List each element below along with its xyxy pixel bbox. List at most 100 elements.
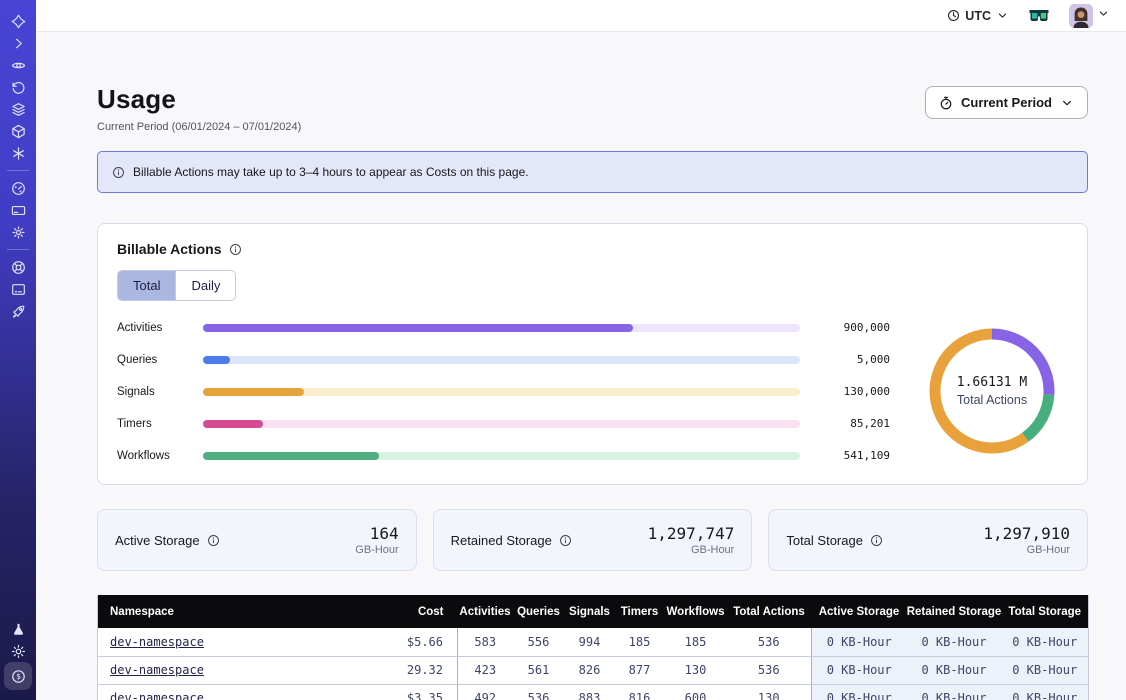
info-banner: Billable Actions may take up to 3–4 hour… <box>97 151 1088 193</box>
table-cell: 0 KB-Hour <box>1002 628 1089 656</box>
storage-card-value: 1,297,747 <box>648 524 735 543</box>
bar-label: Queries <box>117 354 189 366</box>
layers-icon <box>11 102 26 117</box>
bar-value: 900,000 <box>814 321 890 334</box>
donut-chart <box>926 325 1058 457</box>
sidebar-item-rocket[interactable] <box>6 300 30 322</box>
gear-icon <box>11 225 26 240</box>
timezone-selector[interactable]: UTC <box>947 9 1009 23</box>
sidebar-item-sun[interactable] <box>6 640 30 662</box>
sidebar-item-cube[interactable] <box>6 120 30 142</box>
chevron-down-icon <box>996 9 1009 22</box>
sidebar-item-dollar-coin[interactable]: $ <box>4 662 32 690</box>
bar-fill <box>203 356 230 364</box>
sidebar-item-lifebuoy[interactable] <box>6 256 30 278</box>
storage-card-value: 1,297,910 <box>983 524 1070 543</box>
bar-track <box>203 452 800 460</box>
namespace-cell: dev-namespace <box>98 628 348 656</box>
sidebar-item-monitor[interactable] <box>6 278 30 300</box>
tab-total[interactable]: Total <box>118 271 175 300</box>
sidebar-item-layers[interactable] <box>6 98 30 120</box>
tab-daily[interactable]: Daily <box>175 271 235 300</box>
table-cell: 994 <box>565 628 615 656</box>
period-button-label: Current Period <box>961 95 1052 110</box>
table-row: dev-namespace29.324235618268771305360 KB… <box>98 656 1089 684</box>
period-selector-button[interactable]: Current Period <box>925 86 1088 119</box>
storage-card-active-storage: Active Storage 164 GB-Hour <box>97 509 417 571</box>
bar-row-workflows: Workflows 541,109 <box>117 449 890 462</box>
table-header: NamespaceCostActivitiesQueriesSignalsTim… <box>98 595 1089 628</box>
sidebar-item-namespaces-eye[interactable] <box>6 54 30 76</box>
namespaces-eye-icon <box>11 58 26 73</box>
bar-track <box>203 420 800 428</box>
sidebar-item-gauge[interactable] <box>6 177 30 199</box>
storage-card-label: Active Storage <box>115 533 200 548</box>
namespace-link[interactable]: dev-namespace <box>110 691 204 700</box>
bar-value: 130,000 <box>814 385 890 398</box>
bar-value: 85,201 <box>814 417 890 430</box>
namespace-link[interactable]: dev-namespace <box>110 635 204 649</box>
bar-fill <box>203 388 304 396</box>
info-icon[interactable] <box>870 534 883 547</box>
bar-row-signals: Signals 130,000 <box>117 385 890 398</box>
table-cell: 826 <box>565 656 615 684</box>
bar-fill <box>203 452 379 460</box>
main-content: Usage Current Period (06/01/2024 – 07/01… <box>36 32 1126 700</box>
bar-fill <box>203 420 263 428</box>
sidebar-item-flask[interactable] <box>6 618 30 640</box>
svg-text:$: $ <box>16 672 21 681</box>
lifebuoy-icon <box>11 260 26 275</box>
column-header: Signals <box>565 595 615 628</box>
table-cell: 0 KB-Hour <box>812 656 907 684</box>
namespace-cell: dev-namespace <box>98 656 348 684</box>
column-header: Timers <box>615 595 665 628</box>
namespace-usage-table: NamespaceCostActivitiesQueriesSignalsTim… <box>97 595 1089 700</box>
column-header: Workflows <box>665 595 727 628</box>
sidebar-item-temporal-logo[interactable] <box>6 10 30 32</box>
table-cell: $3.35 <box>348 684 458 700</box>
table-body: dev-namespace$5.665835569941851855360 KB… <box>98 628 1089 700</box>
storage-card-label: Retained Storage <box>451 533 552 548</box>
user-menu-chevron <box>1097 7 1110 25</box>
sidebar-item-gear[interactable] <box>6 221 30 243</box>
sidebar-divider <box>7 170 29 171</box>
table-cell: 536 <box>727 628 812 656</box>
flask-icon <box>11 622 26 637</box>
table-row: dev-namespace$5.665835569941851855360 KB… <box>98 628 1089 656</box>
table-cell: 536 <box>727 656 812 684</box>
table-cell: 536 <box>513 684 565 700</box>
feedback-glasses-button[interactable] <box>1029 9 1049 22</box>
table-cell: 0 KB-Hour <box>907 656 1002 684</box>
column-header: Active Storage <box>812 595 907 628</box>
info-icon[interactable] <box>229 243 242 256</box>
chevron-right-icon <box>11 36 26 51</box>
user-menu[interactable] <box>1069 4 1110 28</box>
sidebar-item-chevron-right[interactable] <box>6 32 30 54</box>
table-cell: 583 <box>458 628 513 656</box>
namespace-link[interactable]: dev-namespace <box>110 663 204 677</box>
avatar <box>1069 4 1093 28</box>
sidebar-item-asterisk[interactable] <box>6 142 30 164</box>
clock-icon <box>947 9 960 22</box>
storage-card-retained-storage: Retained Storage 1,297,747 GB-Hour <box>433 509 753 571</box>
table-cell: 600 <box>665 684 727 700</box>
namespace-cell: dev-namespace <box>98 684 348 700</box>
storage-card-value: 164 <box>355 524 398 543</box>
chevron-down-icon <box>1060 96 1074 110</box>
sidebar: $ <box>0 0 36 700</box>
table-cell: 130 <box>665 656 727 684</box>
billable-bar-chart: Activities 900,000 Queries 5,000 Signals… <box>117 315 890 466</box>
asterisk-icon <box>11 146 26 161</box>
sidebar-item-credit-card[interactable] <box>6 199 30 221</box>
info-icon[interactable] <box>207 534 220 547</box>
storage-summary-row: Active Storage 164 GB-Hour Retained Stor… <box>97 509 1088 571</box>
info-icon <box>112 166 125 179</box>
table-cell: 556 <box>513 628 565 656</box>
page-header: Usage Current Period (06/01/2024 – 07/01… <box>97 84 1088 133</box>
table-cell: 877 <box>615 656 665 684</box>
table-cell: $5.66 <box>348 628 458 656</box>
sidebar-item-history[interactable] <box>6 76 30 98</box>
info-icon[interactable] <box>559 534 572 547</box>
table-cell: 0 KB-Hour <box>1002 684 1089 700</box>
column-header: Cost <box>348 595 458 628</box>
